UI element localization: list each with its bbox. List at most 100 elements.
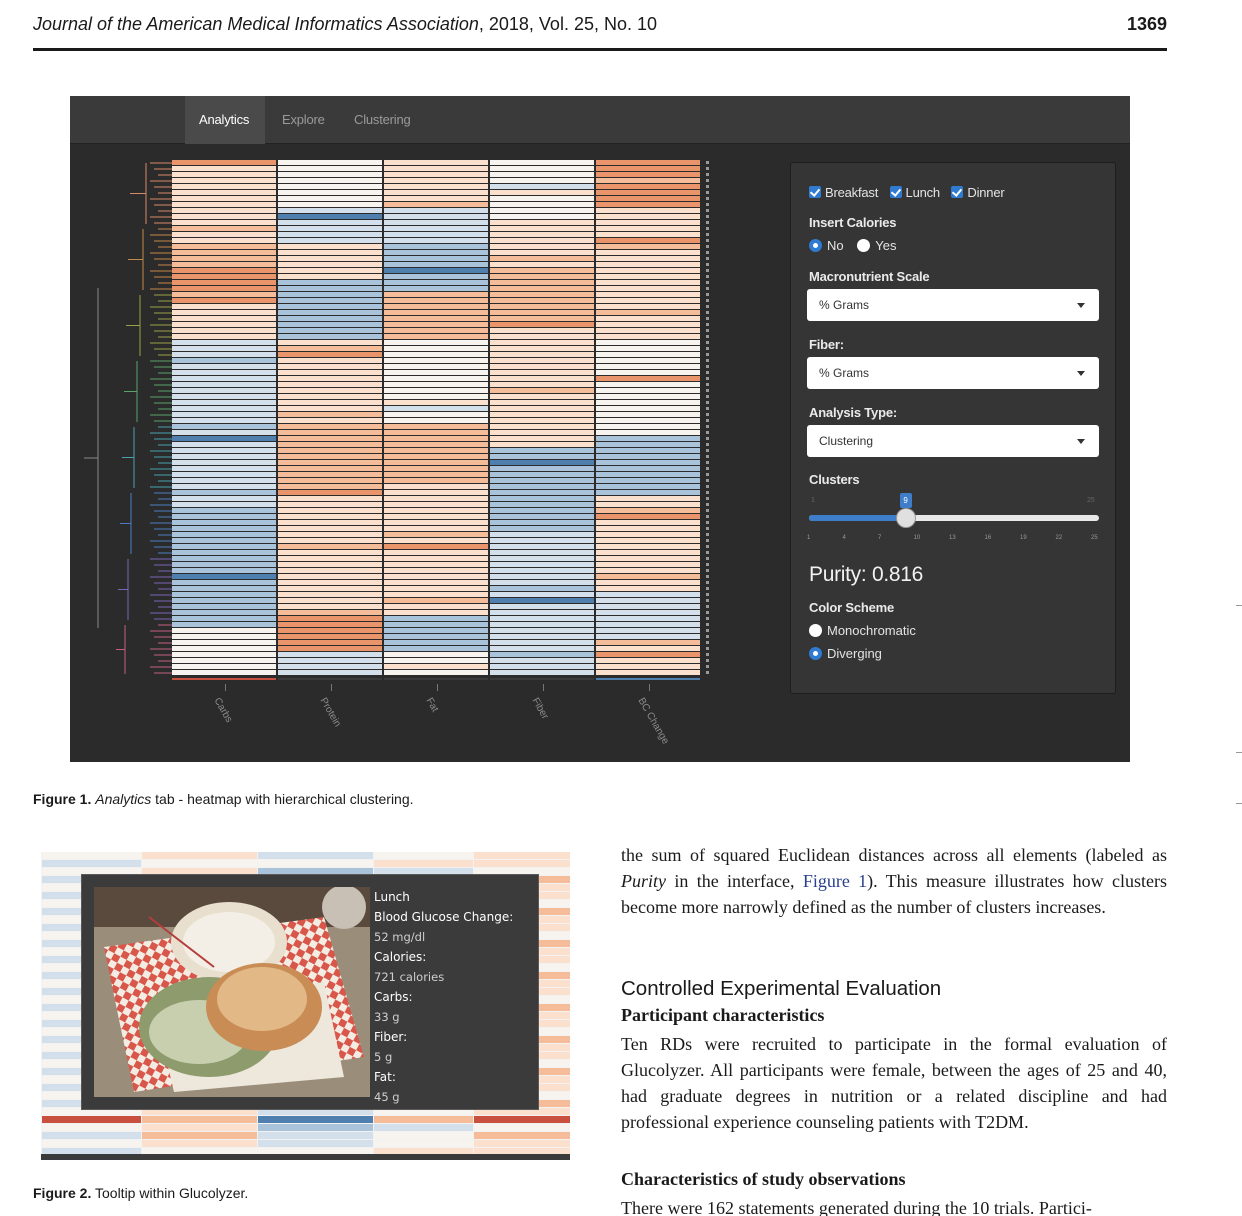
figure-1-link[interactable]: Figure 1 [803,871,867,891]
row-tick [706,539,709,542]
heatmap-cell [384,490,488,495]
row-tick [706,209,709,212]
heatmap-cell [278,658,382,663]
heatmap-cell [474,1148,570,1155]
heatmap-cell [596,472,700,477]
calories-no-radio[interactable] [809,239,822,252]
heatmap-cell [142,1140,257,1147]
dinner-checkbox[interactable] [951,186,964,198]
chevron-down-icon [1077,371,1085,376]
heatmap-cell [596,406,700,411]
row-tick [706,269,709,272]
heatmap-cell [596,634,700,639]
tab-explore[interactable]: Explore [268,96,336,144]
row-tick [706,359,709,362]
heatmap-cell [278,334,382,339]
heatmap-cell [278,418,382,423]
heatmap-cell [172,394,276,399]
heatmap-cell [384,184,488,189]
heatmap-cell [172,286,276,291]
heatmap-cell [278,430,382,435]
heatmap-cell [384,430,488,435]
heatmap-cell [490,340,594,345]
heatmap-cell [42,1132,141,1139]
heatmap-cell [278,586,382,591]
row-tick [706,335,709,338]
monochromatic-radio[interactable] [809,624,822,637]
heatmap-cell [384,496,488,501]
slider-tick-label: 7 [878,535,882,541]
analysis-type-value: Clustering [819,434,874,448]
heatmap-cell [490,574,594,579]
heatmap-cell [278,442,382,447]
row-tick [706,503,709,506]
heatmap-cell [596,178,700,183]
column-tick [543,684,544,691]
tab-analytics[interactable]: Analytics [185,96,265,144]
heatmap-cell [384,160,488,165]
heatmap-cell [490,610,594,615]
slider-tick-label: 22 [1055,535,1063,541]
heatmap-cell [278,166,382,171]
lunch-checkbox[interactable] [889,186,902,198]
heatmap-cell [278,178,382,183]
heatmap-cell [384,406,488,411]
heatmap-cell [374,1124,473,1131]
row-tick [706,659,709,662]
heatmap-cell [172,568,276,573]
tab-clustering[interactable]: Clustering [340,96,426,144]
row-tick [706,575,709,578]
heatmap-cell [490,352,594,357]
column-tick [331,684,332,691]
heatmap-cell [596,664,700,669]
journal-name: Journal of the American Medical Informat… [33,14,479,34]
heatmap-cell [384,382,488,387]
analysis-type-select[interactable]: Clustering [807,425,1099,457]
heatmap-cell [172,538,276,543]
heatmap-cell [384,652,488,657]
slider-handle[interactable] [895,508,916,528]
clusters-slider[interactable] [809,508,1099,528]
heatmap-cell [278,616,382,621]
slider-min-label: 1 [811,497,815,504]
heatmap-cell [384,526,488,531]
header-rule [33,48,1167,51]
calories-yes-radio[interactable] [857,239,871,252]
heatmap-cell [172,454,276,459]
heatmap-cell [172,364,276,369]
heatmap-cell [384,556,488,561]
slider-tick-label: 25 [1091,535,1098,541]
heatmap-cell [172,172,276,177]
row-tick [706,275,709,278]
diverging-radio[interactable] [809,647,822,660]
row-tick [706,467,709,470]
column-label: Fiber [529,696,551,722]
heatmap-cell [384,604,488,609]
row-tick [706,185,709,188]
heatmap-cell [278,628,382,633]
heatmap-cell [596,556,700,561]
heatmap-cell [384,544,488,549]
slider-tick-label: 10 [913,535,921,541]
heatmap-cell [596,214,700,219]
heatmap-cell [278,448,382,453]
heatmap-cell [490,394,594,399]
row-tick [706,233,709,236]
heatmap-cell [278,352,382,357]
heatmap-cell [490,616,594,621]
fiber-select[interactable]: % Grams [807,357,1099,389]
heatmap-cell [596,478,700,483]
heatmap-cell [490,178,594,183]
macronutrient-scale-select[interactable]: % Grams [807,289,1099,321]
heatmap-cell [278,196,382,201]
heatmap-cell [384,238,488,243]
heatmap-cell [278,346,382,351]
heatmap-cell [278,556,382,561]
heatmap-cell [384,334,488,339]
heatmap-cell [278,274,382,279]
heatmap-cell [490,334,594,339]
heatmap-cell [596,616,700,621]
heatmap-cell [384,586,488,591]
heatmap-cell [490,442,594,447]
breakfast-checkbox[interactable] [809,186,821,198]
